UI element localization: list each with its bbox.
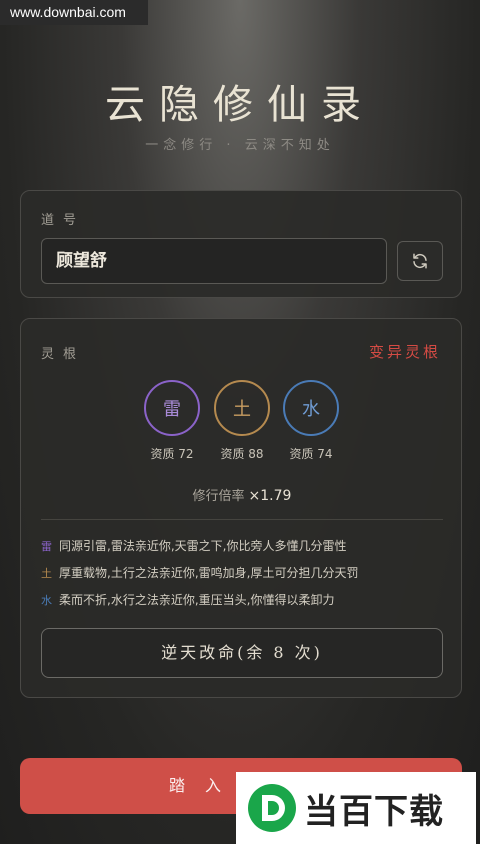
app-subtitle: 一念修行 · 云深不知处	[145, 138, 335, 153]
earth-root-orb: 土	[214, 380, 270, 436]
variant-root-badge: 变异灵根	[368, 343, 441, 361]
trait-tag: 水	[41, 594, 52, 607]
trait-earth: 土厚重载物,土行之法亲近你,雷鸣加身,厚土可分担几分天罚	[41, 564, 358, 581]
trait-tag: 土	[41, 567, 52, 580]
spirit-root-card: 灵根 变异灵根 雷 土 水 资质 72 资质 88 资质 74 修行倍率 ×1.7…	[20, 318, 462, 698]
earth-aptitude: 资质 88	[220, 447, 264, 461]
trait-thunder: 雷同源引雷,雷法亲近你,天雷之下,你比旁人多懂几分雷性	[41, 537, 346, 554]
reroll-button[interactable]: 逆天改命(余 8 次)	[41, 628, 443, 678]
name-card: 道号 顾望舒	[20, 190, 462, 298]
rate-label: 修行倍率	[192, 489, 245, 504]
watermark-logo-text: 当百下载	[304, 791, 444, 832]
divider	[41, 519, 443, 520]
water-aptitude: 资质 74	[289, 447, 333, 461]
root-label: 灵根	[41, 347, 86, 362]
rate-value: ×1.79	[248, 488, 292, 504]
cultivation-rate: 修行倍率 ×1.79	[21, 485, 463, 504]
watermark-logo: 当百下载	[236, 772, 476, 844]
trait-text: 同源引雷,雷法亲近你,天雷之下,你比旁人多懂几分雷性	[59, 539, 347, 553]
watermark-site-url: www.downbai.com	[0, 0, 148, 25]
water-root-orb: 水	[283, 380, 339, 436]
trait-text: 厚重载物,土行之法亲近你,雷鸣加身,厚土可分担几分天罚	[59, 566, 359, 580]
randomize-name-button[interactable]	[397, 241, 443, 281]
trait-water: 水柔而不折,水行之法亲近你,重压当头,你懂得以柔卸力	[41, 591, 334, 608]
thunder-root-orb: 雷	[144, 380, 200, 436]
trait-text: 柔而不折,水行之法亲近你,重压当头,你懂得以柔卸力	[59, 593, 335, 607]
trait-tag: 雷	[41, 540, 52, 553]
name-label: 道号	[41, 213, 86, 228]
refresh-icon	[413, 253, 427, 269]
downbai-logo-icon	[248, 784, 296, 832]
thunder-aptitude: 资质 72	[150, 447, 194, 461]
daohao-input[interactable]: 顾望舒	[41, 238, 387, 284]
app-title: 云隐修仙录	[105, 82, 375, 128]
